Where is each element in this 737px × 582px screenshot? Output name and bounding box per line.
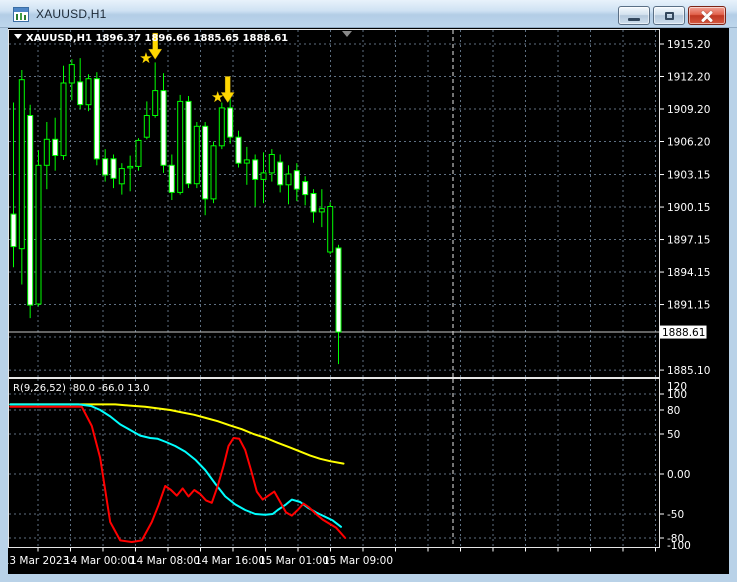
- candle-body: [193, 125, 200, 185]
- candle-body: [52, 138, 59, 157]
- candle-body: [35, 164, 42, 305]
- price-axis-label: 1906.20: [667, 136, 710, 148]
- candle-body: [277, 161, 284, 186]
- candle: [210, 141, 217, 204]
- candle-body: [102, 158, 109, 176]
- indicator-axis-label: 0.00: [667, 469, 690, 481]
- window-title: XAUUSD,H1: [36, 6, 107, 21]
- candle-body: [127, 165, 134, 169]
- candle: [193, 122, 200, 189]
- close-icon: [701, 10, 713, 22]
- indicator-axis-label: 100: [667, 389, 687, 401]
- restore-icon: [664, 11, 674, 20]
- candle-body: [18, 79, 25, 250]
- candle-body: [185, 100, 192, 185]
- candle-body: [177, 100, 184, 193]
- indicator-label: R(9,26,52) -80.0 -66.0 13.0: [13, 383, 149, 394]
- candle: [135, 138, 142, 171]
- time-axis-label: 14 Mar 08:00: [130, 555, 200, 567]
- candle-body: [243, 159, 250, 164]
- indicator-axis-label: -50: [667, 509, 684, 521]
- candle-body: [43, 138, 50, 166]
- star-icon: ★: [211, 88, 224, 106]
- candle-body: [302, 181, 309, 196]
- window-controls: [618, 6, 726, 25]
- candle-body: [110, 158, 117, 179]
- time-axis-label: 13 Mar 2023: [8, 555, 69, 567]
- candle-body: [327, 206, 334, 253]
- candle-body: [93, 78, 100, 160]
- candle: [185, 96, 192, 189]
- price-axis-label: 1903.15: [667, 170, 710, 182]
- price-axis-label: 1891.15: [667, 300, 710, 312]
- candle-body: [168, 164, 175, 193]
- candle: [218, 102, 225, 150]
- price-axis-label: 1909.20: [667, 104, 710, 116]
- candle-body: [10, 213, 17, 248]
- candle: [27, 104, 34, 319]
- candle-body: [218, 107, 225, 147]
- candle-body: [227, 107, 234, 138]
- candle-body: [252, 159, 259, 180]
- candle-body: [118, 168, 125, 185]
- candle-body: [310, 193, 317, 213]
- candle-body: [318, 208, 325, 213]
- indicator-axis-label: 50: [667, 429, 680, 441]
- candle-body: [160, 90, 167, 166]
- window: XAUUSD,H1 ★ ★ XAUUSD,H1 1896.37 1896.66 18…: [0, 0, 737, 582]
- candle-body: [293, 170, 300, 190]
- ohlc-header: XAUUSD,H1 1896.37 1896.66 1885.65 1888.6…: [26, 33, 288, 44]
- candle: [177, 94, 184, 195]
- close-button[interactable]: [688, 6, 726, 25]
- candle-body: [260, 172, 267, 180]
- price-axis-label: 1900.15: [667, 202, 710, 214]
- chart-svg: ★★XAUUSD,H1 1896.37 1896.66 1885.65 1888…: [3, 28, 729, 574]
- price-axis-label: 1885.10: [667, 365, 710, 377]
- candle-body: [210, 145, 217, 200]
- candle-body: [85, 78, 92, 106]
- candle-body: [68, 64, 75, 84]
- candle-body: [285, 173, 292, 186]
- candle: [327, 202, 334, 255]
- time-axis-label: 14 Mar 00:00: [64, 555, 134, 567]
- candle: [35, 150, 42, 307]
- time-axis-label: 14 Mar 16:00: [195, 555, 265, 567]
- price-axis-label: 1912.20: [667, 71, 710, 83]
- window-icon[interactable]: [13, 6, 29, 22]
- restore-button[interactable]: [653, 6, 685, 25]
- candle: [93, 72, 100, 166]
- price-axis-label: 1897.15: [667, 235, 710, 247]
- chart-background: [8, 28, 729, 574]
- time-axis-label: 15 Mar 09:00: [323, 555, 393, 567]
- candle-body: [268, 154, 275, 174]
- title-bar[interactable]: XAUUSD,H1: [0, 0, 737, 28]
- current-price-label: 1888.61: [662, 327, 705, 339]
- chart-canvas[interactable]: ★ ★ XAUUSD,H1 1896.37 1896.66 1885.65 1888…: [3, 28, 729, 574]
- indicator-axis-label: 80: [667, 405, 680, 417]
- candle-body: [135, 139, 142, 167]
- candle-body: [27, 115, 34, 306]
- time-axis-label: 15 Mar 01:00: [259, 555, 329, 567]
- candle-body: [152, 90, 159, 116]
- minimize-button[interactable]: [618, 6, 650, 25]
- minimize-icon: [628, 17, 640, 21]
- candle-body: [143, 115, 150, 138]
- candle-body: [235, 136, 242, 164]
- candle-body: [202, 125, 209, 200]
- price-axis-label: 1915.20: [667, 39, 710, 51]
- price-axis-label: 1894.15: [667, 267, 710, 279]
- candle-body: [60, 82, 67, 157]
- candle-body: [335, 247, 342, 333]
- indicator-axis-label: -100: [667, 540, 691, 552]
- candle-body: [77, 81, 84, 106]
